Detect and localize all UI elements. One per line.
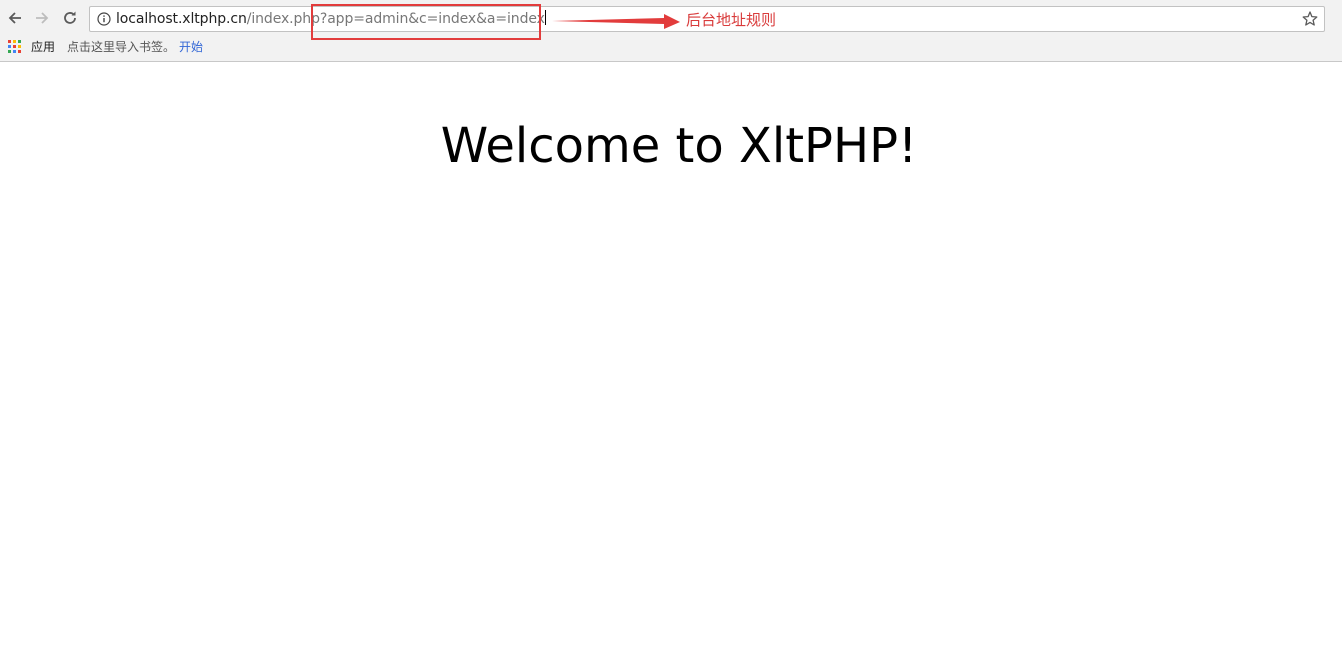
star-icon[interactable] [1301,10,1319,28]
forward-arrow-icon [36,12,49,24]
bookmark-import-hint: 点击这里导入书签。 [67,40,176,54]
info-icon[interactable] [97,12,111,26]
url-host: localhost.xltphp.cn [116,11,247,27]
annotation-label: 后台地址规则 [686,11,777,29]
reload-button[interactable] [58,6,82,30]
browser-toolbar: localhost.xltphp.cn/index.php?app=admin&… [0,0,1342,62]
url-path: /index.php [246,11,320,27]
page-heading: Welcome to XltPHP! [440,118,918,174]
bookmarks-bar: 应用 点击这里导入书签。 开始 [0,36,1342,58]
back-arrow-icon [8,12,21,24]
forward-button[interactable] [30,6,54,30]
back-button[interactable] [3,6,27,30]
apps-grid-icon[interactable] [8,40,21,53]
text-cursor [544,10,546,25]
reload-icon [64,11,76,24]
bookmark-start-link[interactable]: 开始 [179,39,203,55]
bookmark-apps[interactable]: 应用 [31,39,55,55]
annotation-highlight-box [311,4,541,40]
annotation-arrow-icon [552,14,680,29]
